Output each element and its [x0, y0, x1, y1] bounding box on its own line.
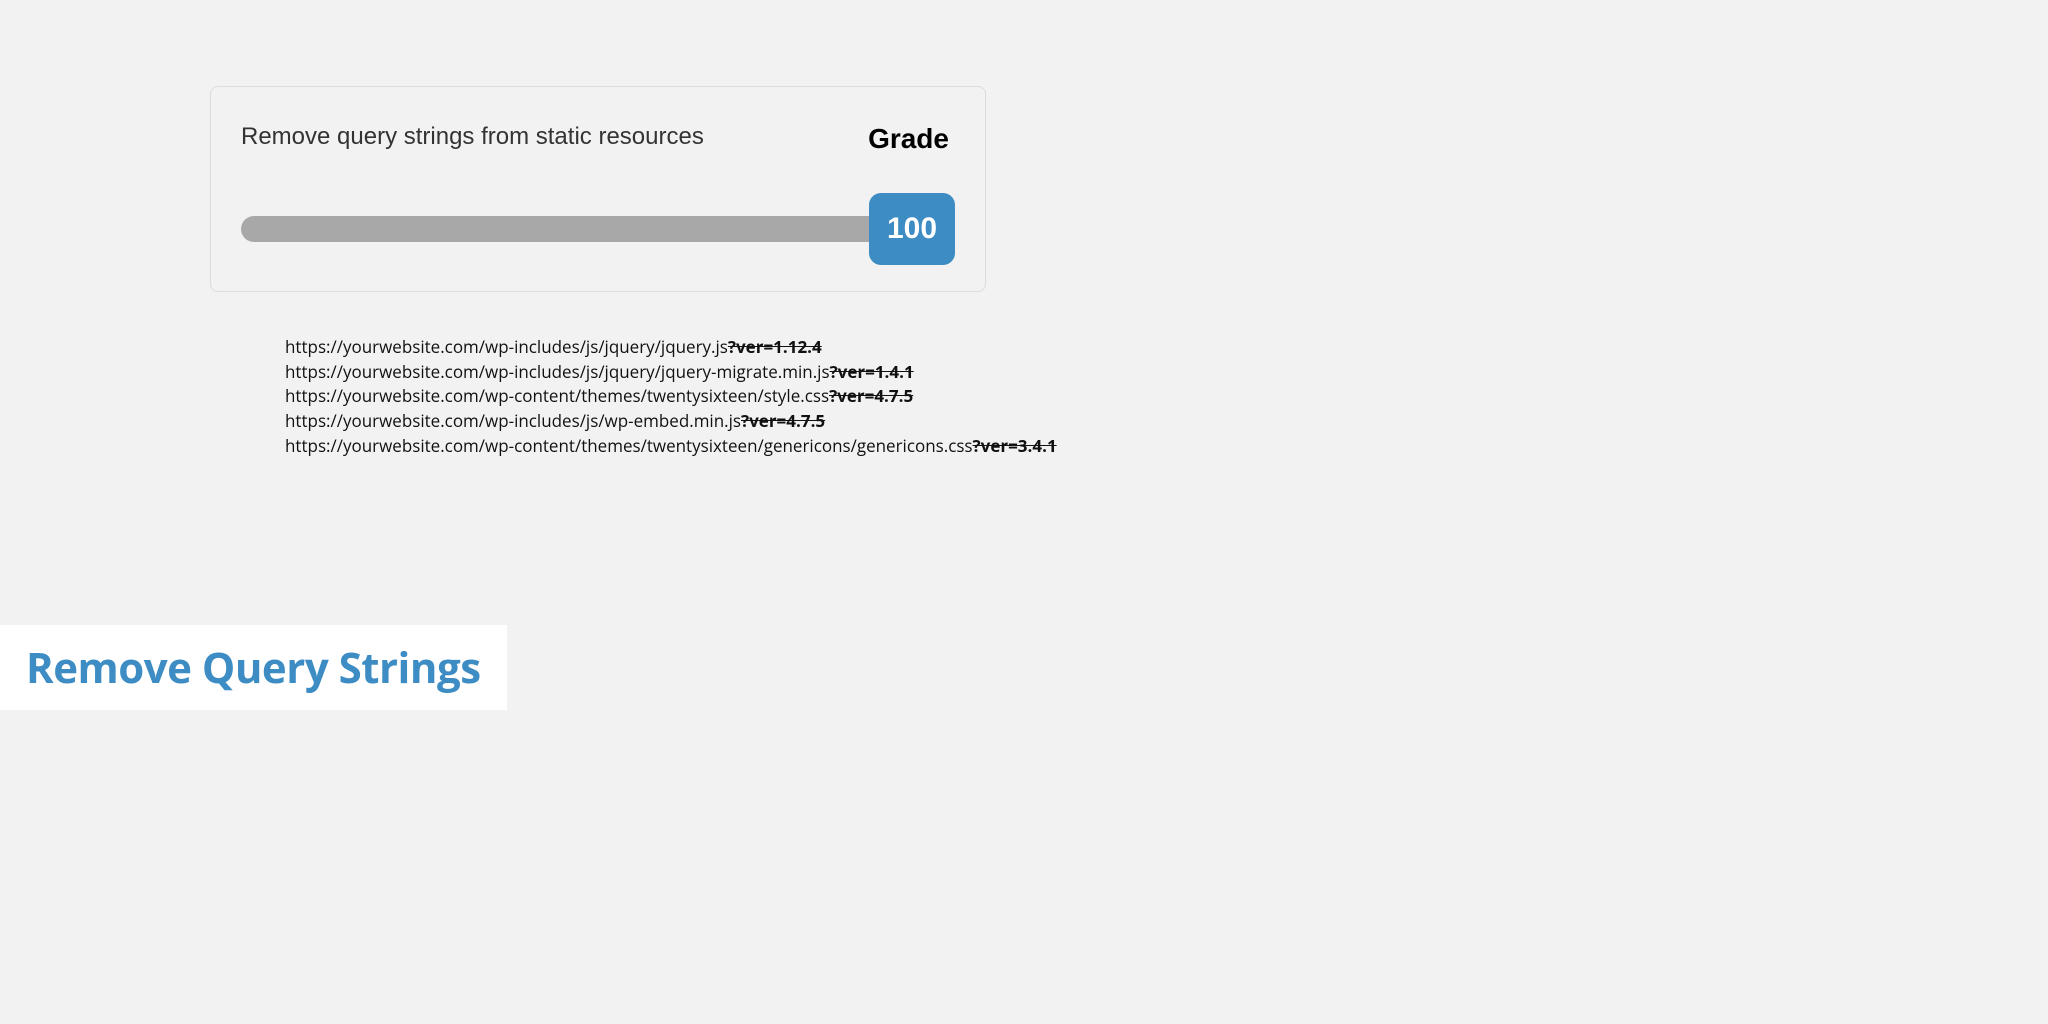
- url-line: https://yourwebsite.com/wp-includes/js/j…: [285, 335, 1057, 360]
- progress-row: 100: [241, 193, 955, 265]
- score-badge: 100: [869, 193, 955, 265]
- page-banner: Remove Query Strings: [0, 625, 507, 710]
- progress-bar: [241, 216, 874, 242]
- url-query-string: ?ver=3.4.1: [973, 434, 1057, 457]
- card-header: Remove query strings from static resourc…: [241, 123, 955, 155]
- url-line: https://yourwebsite.com/wp-includes/js/w…: [285, 409, 1057, 434]
- url-base: https://yourwebsite.com/wp-includes/js/j…: [285, 335, 728, 358]
- url-base: https://yourwebsite.com/wp-includes/js/w…: [285, 409, 741, 432]
- grade-label: Grade: [868, 123, 949, 155]
- url-query-string: ?ver=1.12.4: [728, 335, 822, 358]
- url-query-string: ?ver=4.7.5: [741, 409, 825, 432]
- url-line: https://yourwebsite.com/wp-content/theme…: [285, 384, 1057, 409]
- banner-title: Remove Query Strings: [26, 639, 481, 696]
- url-query-string: ?ver=1.4.1: [830, 360, 914, 383]
- url-base: https://yourwebsite.com/wp-content/theme…: [285, 384, 829, 407]
- url-line: https://yourwebsite.com/wp-includes/js/j…: [285, 360, 1057, 385]
- url-base: https://yourwebsite.com/wp-includes/js/j…: [285, 360, 830, 383]
- grade-card: Remove query strings from static resourc…: [210, 86, 986, 292]
- url-base: https://yourwebsite.com/wp-content/theme…: [285, 434, 973, 457]
- url-line: https://yourwebsite.com/wp-content/theme…: [285, 434, 1057, 459]
- card-title: Remove query strings from static resourc…: [241, 123, 704, 151]
- url-query-string: ?ver=4.7.5: [829, 384, 913, 407]
- url-list: https://yourwebsite.com/wp-includes/js/j…: [285, 335, 1057, 458]
